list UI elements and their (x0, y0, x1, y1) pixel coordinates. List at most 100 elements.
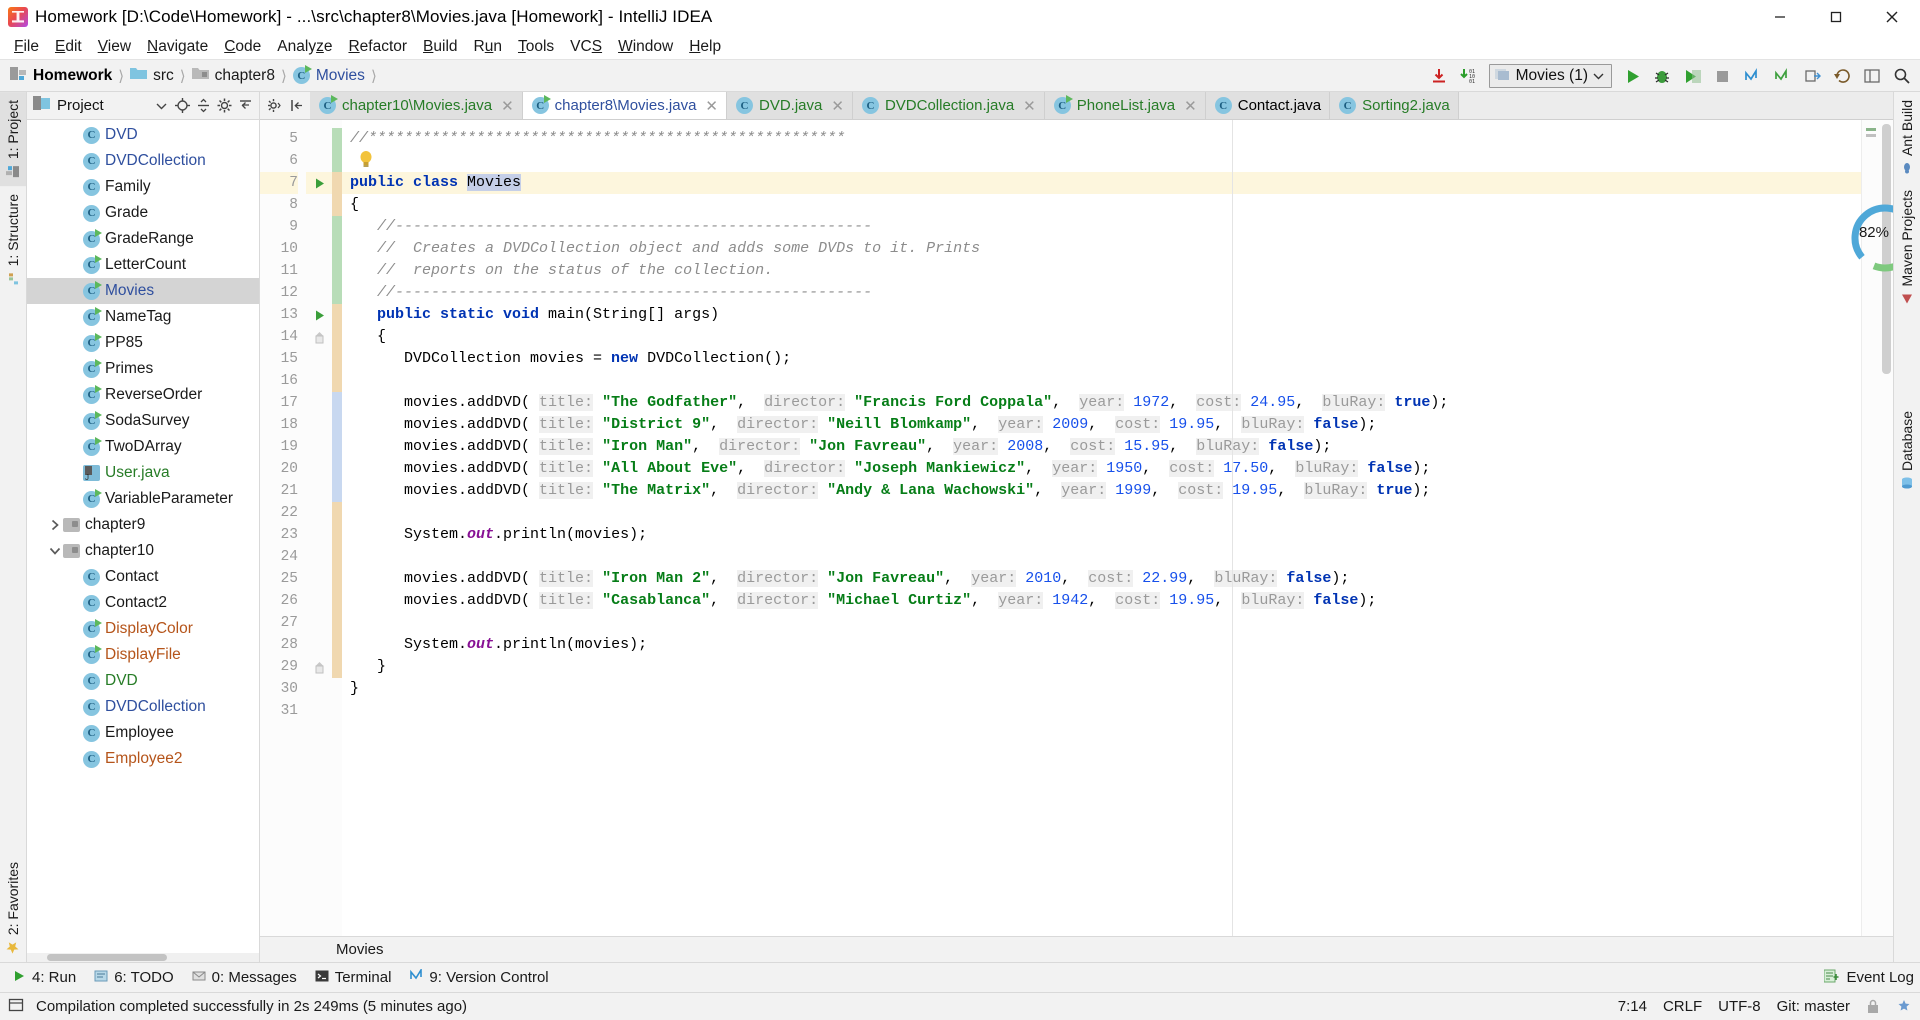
editor-breadcrumb[interactable]: Movies (260, 936, 1893, 962)
code-line[interactable] (342, 700, 1861, 722)
bottom-item-terminal[interactable]: Terminal (307, 966, 400, 990)
search-everywhere-icon[interactable] (1888, 63, 1916, 89)
run-gutter-icon[interactable] (306, 304, 332, 326)
tree-item-chapter9[interactable]: chapter9 (27, 512, 259, 538)
sidebar-item-structure[interactable]: 1: Structure (0, 186, 26, 293)
tree-item-dvdcollection[interactable]: C DVDCollection (27, 148, 259, 174)
fold-marker[interactable] (306, 326, 332, 348)
maximize-icon[interactable] (1808, 0, 1864, 34)
menu-help[interactable]: Help (681, 36, 729, 58)
settings-gear-icon[interactable] (214, 95, 234, 117)
editor-tab-chapter10-movies-java[interactable]: Cchapter10\Movies.java ✕ (310, 92, 523, 119)
breadcrumb-item-movies[interactable]: C Movies (291, 65, 367, 85)
menu-vcs[interactable]: VCS (562, 36, 610, 58)
bottom-item-event-log[interactable]: Event Log (1823, 969, 1914, 987)
tree-item-grade[interactable]: C Grade (27, 200, 259, 226)
close-icon[interactable]: ✕ (1023, 97, 1036, 115)
menu-tools[interactable]: Tools (510, 36, 562, 58)
sidebar-item-maven[interactable]: Maven Projects (1894, 182, 1920, 312)
intention-bulb-icon[interactable] (358, 150, 374, 176)
bottom-item-messages[interactable]: 0: Messages (184, 966, 305, 990)
menu-analyze[interactable]: Analyze (269, 36, 340, 58)
sidebar-item-project[interactable]: 1: Project (0, 92, 26, 187)
tree-item-lettercount[interactable]: C LetterCount (27, 252, 259, 278)
bottom-item-run[interactable]: 4: Run (4, 966, 84, 990)
file-encoding[interactable]: UTF-8 (1718, 998, 1761, 1015)
tree-item-graderange[interactable]: C GradeRange (27, 226, 259, 252)
tree-item-family[interactable]: C Family (27, 174, 259, 200)
code-line[interactable]: // reports on the status of the collecti… (342, 260, 1861, 282)
code-line[interactable]: { (342, 194, 1861, 216)
code-line[interactable]: movies.addDVD( title: "District 9", dire… (342, 414, 1861, 436)
editor-tab-phonelist-java[interactable]: C PhoneList.java ✕ (1044, 92, 1206, 119)
code-line[interactable]: DVDCollection movies = new DVDCollection… (342, 348, 1861, 370)
undo-icon[interactable] (1828, 63, 1856, 89)
code-line[interactable]: //--------------------------------------… (342, 282, 1861, 304)
editor-vertical-scrollbar[interactable] (1879, 120, 1893, 936)
locate-icon[interactable] (172, 95, 192, 117)
close-icon[interactable]: ✕ (705, 97, 718, 115)
run-configuration-selector[interactable]: Movies (1) (1488, 64, 1612, 88)
code-line[interactable]: public static void main(String[] args) (342, 304, 1861, 326)
menu-refactor[interactable]: Refactor (340, 36, 415, 58)
bottom-item-todo[interactable]: 6: TODO (86, 966, 181, 990)
close-icon[interactable] (1864, 0, 1920, 34)
layout-icon[interactable] (1858, 63, 1886, 89)
hide-icon[interactable] (235, 95, 255, 117)
menu-navigate[interactable]: Navigate (139, 36, 216, 58)
breadcrumb-item-src[interactable]: src (128, 66, 176, 85)
code-line[interactable]: } (342, 678, 1861, 700)
toggle-toolbar-icon[interactable] (8, 997, 24, 1017)
menu-build[interactable]: Build (415, 36, 465, 58)
tree-item-employee[interactable]: C Employee (27, 720, 259, 746)
tree-item-dvd[interactable]: C DVD (27, 122, 259, 148)
run-with-coverage-icon[interactable] (1678, 63, 1706, 89)
fold-marker[interactable] (306, 656, 332, 678)
code-line[interactable] (342, 150, 1861, 172)
code-line[interactable] (342, 502, 1861, 524)
editor-scrollbar-thumb[interactable] (1882, 124, 1891, 374)
menu-edit[interactable]: Edit (47, 36, 90, 58)
code-line[interactable]: movies.addDVD( title: "The Matrix", dire… (342, 480, 1861, 502)
project-tree[interactable]: C DVD C DVDCollection C Family C Grade C GradeRan… (27, 120, 259, 962)
tree-item-displaycolor[interactable]: C DisplayColor (27, 616, 259, 642)
project-tree-hscrollbar[interactable] (27, 953, 259, 962)
editor-tab-sorting2-java[interactable]: C Sorting2.java (1330, 92, 1459, 119)
sidebar-item-ant-build[interactable]: Ant Build (1894, 92, 1920, 182)
tree-item-primes[interactable]: C Primes (27, 356, 259, 382)
editor-tab-chapter8-movies-java[interactable]: Cchapter8\Movies.java ✕ (522, 92, 727, 119)
tree-item-contact[interactable]: C Contact (27, 564, 259, 590)
tree-item-dvdcollection[interactable]: C DVDCollection (27, 694, 259, 720)
run-gutter-icon[interactable] (306, 172, 332, 194)
editor-gutter-markers[interactable] (306, 120, 332, 936)
breadcrumb-item-homework[interactable]: Homework (8, 66, 114, 86)
code-line[interactable]: } (342, 656, 1861, 678)
bottom-item-version-control[interactable]: 9: Version Control (401, 966, 556, 990)
tree-item-dvd[interactable]: C DVD (27, 668, 259, 694)
code-line[interactable]: //--------------------------------------… (342, 216, 1861, 238)
breadcrumb-item-chapter8[interactable]: chapter8 (190, 66, 277, 85)
collapse-all-icon[interactable] (193, 95, 213, 117)
code-line[interactable]: movies.addDVD( title: "Iron Man 2", dire… (342, 568, 1861, 590)
tree-item-pp85[interactable]: C PP85 (27, 330, 259, 356)
close-icon[interactable]: ✕ (831, 97, 844, 115)
chevron-down-icon[interactable] (151, 95, 171, 117)
menu-code[interactable]: Code (216, 36, 269, 58)
sidebar-item-database[interactable]: Database (1894, 403, 1920, 497)
update-project-icon[interactable] (1425, 63, 1453, 89)
close-icon[interactable]: ✕ (501, 97, 514, 115)
code-line[interactable]: movies.addDVD( title: "All About Eve", d… (342, 458, 1861, 480)
tree-item-displayfile[interactable]: C DisplayFile (27, 642, 259, 668)
editor-tab-dvd-java[interactable]: C DVD.java ✕ (727, 92, 853, 119)
compile-icon[interactable]: 01 10 01 (1455, 63, 1483, 89)
caret-position[interactable]: 7:14 (1618, 998, 1647, 1015)
code-line[interactable]: System.out.println(movies); (342, 524, 1861, 546)
code-line[interactable] (342, 612, 1861, 634)
code-line[interactable]: //**************************************… (342, 128, 1861, 150)
editor-error-stripe[interactable] (1861, 120, 1879, 936)
code-line[interactable]: // Creates a DVDCollection object and ad… (342, 238, 1861, 260)
tree-item-nametag[interactable]: C NameTag (27, 304, 259, 330)
stop-icon[interactable] (1708, 63, 1736, 89)
menu-window[interactable]: Window (610, 36, 681, 58)
lock-icon[interactable] (1866, 999, 1880, 1014)
